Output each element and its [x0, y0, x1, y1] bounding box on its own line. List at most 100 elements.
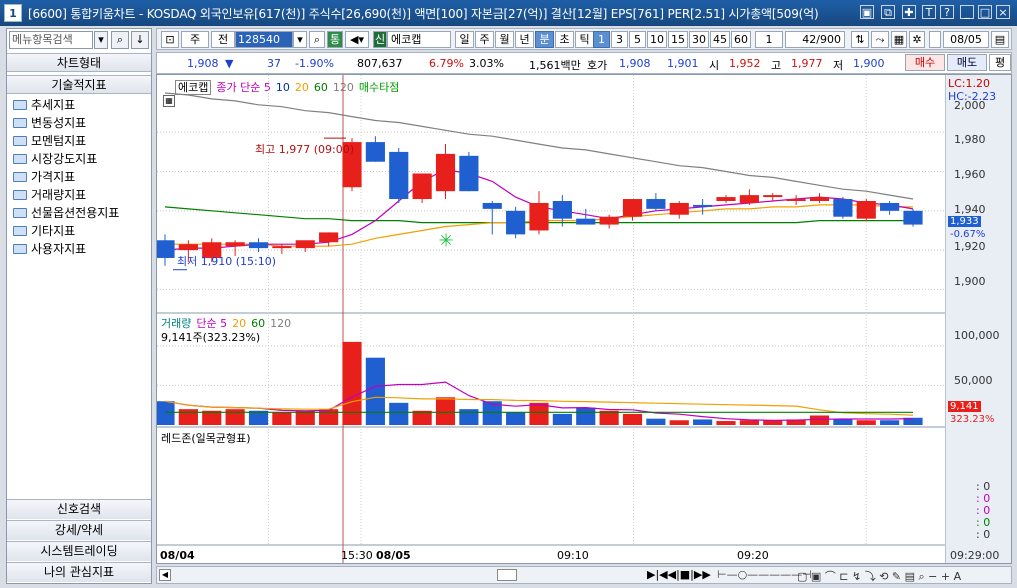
low-annotation: 최저 1,910 (15:10) — [177, 255, 277, 268]
stock-code-input[interactable]: 128540 — [235, 31, 293, 48]
folder-icon — [13, 208, 27, 218]
interval-button[interactable]: 5 — [629, 31, 646, 48]
low-price: 1,900 — [853, 57, 885, 70]
signal-search-tab[interactable]: 신호검색 — [7, 499, 151, 519]
period-button[interactable]: 년 — [515, 31, 534, 48]
search-icon[interactable]: ⌕ — [111, 31, 129, 49]
volume-bar — [576, 407, 596, 425]
font-icon[interactable]: T — [922, 5, 936, 19]
candle-body — [763, 195, 783, 198]
period-button[interactable]: 초 — [555, 31, 574, 48]
tree-item[interactable]: 거래량지표 — [13, 186, 86, 204]
interval-button[interactable]: 30 — [689, 31, 709, 48]
maximize-icon[interactable]: □ — [978, 5, 992, 19]
search-icon[interactable]: ⌕ — [309, 31, 325, 48]
folder-icon — [13, 100, 27, 110]
strength-tab[interactable]: 강세/약세 — [7, 520, 151, 540]
download-icon[interactable]: ↓ — [131, 31, 149, 49]
folder-icon — [13, 172, 27, 182]
scroll-left-icon[interactable]: ◀ — [159, 569, 171, 581]
current-price: 1,908 — [187, 57, 219, 70]
close-icon[interactable]: × — [996, 5, 1010, 19]
x-label: 09:20 — [737, 549, 769, 562]
chart-scrollbar[interactable]: ◀ ▶|◀◀|■|▶▶ ⊢—○—————⊣ ▢ ▣ ⌒ ⊏ ↯ ⤵ ⟲ ✎ ▤ … — [156, 566, 1012, 584]
hoga-label: 호가 — [587, 59, 608, 72]
jeon-button[interactable]: 전 — [211, 31, 235, 48]
tree-item[interactable]: 시장강도지표 — [13, 150, 97, 168]
period-button[interactable]: 틱 — [575, 31, 594, 48]
candle-body — [693, 204, 713, 207]
scroll-thumb[interactable] — [497, 569, 517, 581]
bar-count-field[interactable]: 42/900 — [785, 31, 845, 48]
settings-icon[interactable]: ⊡ — [161, 31, 179, 48]
volume-bar — [506, 412, 526, 425]
sound-icon[interactable]: ◀▾ — [345, 31, 369, 48]
minimize-icon[interactable]: _ — [960, 5, 974, 19]
volume-bar — [716, 421, 736, 425]
window-number-badge[interactable]: 1 — [4, 4, 22, 22]
tree-item[interactable]: 선물옵션전용지표 — [13, 204, 119, 222]
lc-label: LC:1.20 — [948, 77, 991, 90]
volume-legend-entry[interactable]: 120 — [270, 317, 291, 330]
help-icon[interactable]: ? — [940, 5, 954, 19]
buy-button[interactable]: 매수 — [905, 54, 945, 71]
interval-select[interactable]: 1 — [755, 31, 783, 48]
search-dropdown-icon[interactable]: ▾ — [94, 31, 108, 49]
interval-button[interactable]: 15 — [668, 31, 688, 48]
chart-type-header[interactable]: 차트형태 — [7, 53, 151, 72]
interval-button[interactable]: 45 — [710, 31, 730, 48]
volume-bar — [856, 420, 876, 425]
volume-bar — [178, 409, 198, 425]
date-input[interactable]: 08/05 — [943, 31, 989, 48]
volume-tick: 50,000 — [954, 374, 993, 387]
save-icon[interactable]: ▦ — [891, 31, 907, 48]
sell-button[interactable]: 매도 — [947, 54, 987, 71]
period-button[interactable]: 분 — [535, 31, 554, 48]
tree-item[interactable]: 변동성지표 — [13, 114, 86, 132]
calendar-icon[interactable]: ▤ — [991, 31, 1009, 48]
chart-area[interactable]: 에코캡종가 단순 5102060120매수타점 ▦ ✳ 최고 1,977 (09… — [156, 74, 1012, 564]
current-price-tag: 1,933 — [948, 216, 981, 227]
period-button[interactable]: 월 — [495, 31, 514, 48]
candle-body — [552, 201, 572, 219]
sort-icon[interactable]: ⇅ — [851, 31, 869, 48]
tree-item[interactable]: 사용자지표 — [13, 240, 86, 258]
tree-item[interactable]: 가격지표 — [13, 168, 75, 186]
bid-price: 1,908 — [619, 57, 651, 70]
candle-body — [482, 202, 502, 209]
link-icon[interactable]: ▣ — [860, 5, 874, 19]
date-checkbox[interactable] — [929, 31, 941, 48]
copy-icon[interactable]: ⧉ — [881, 5, 895, 19]
flat-button[interactable]: 평 — [989, 54, 1011, 71]
period-type-select[interactable]: 주 — [181, 31, 209, 48]
indicator-panel-title: 레드존(일목균형표) — [161, 432, 251, 445]
candle-body — [856, 201, 876, 219]
drawing-tools-icon[interactable]: ▢ ▣ ⌒ ⊏ ↯ ⤵ ⟲ ✎ ▤ ⌕ − + A — [797, 568, 961, 584]
tong-button[interactable]: 통 — [327, 31, 343, 48]
volume-bar — [435, 397, 456, 425]
interval-button[interactable]: 1 — [593, 31, 610, 48]
gear-icon[interactable]: ✲ — [909, 31, 925, 48]
playback-controls[interactable]: ▶|◀◀|■|▶▶ — [647, 568, 711, 581]
stock-name-field[interactable]: 에코캡 — [387, 31, 451, 48]
technical-indicator-header[interactable]: 기술적지표 — [7, 75, 151, 94]
candle-body — [739, 195, 759, 203]
code-dropdown-icon[interactable]: ▾ — [293, 31, 307, 48]
price-tick: 1,960 — [954, 168, 986, 181]
interval-button[interactable]: 60 — [731, 31, 751, 48]
interval-button[interactable]: 3 — [611, 31, 628, 48]
period-button[interactable]: 일 — [455, 31, 474, 48]
compare-icon[interactable]: ⤳ — [871, 31, 889, 48]
tree-item[interactable]: 추세지표 — [13, 96, 75, 114]
my-indicators-tab[interactable]: 나의 관심지표 — [7, 562, 151, 582]
tree-item-label: 거래량지표 — [31, 188, 87, 202]
pin-icon[interactable]: ✚ — [902, 5, 916, 19]
tree-item[interactable]: 모멘텀지표 — [13, 132, 86, 150]
menu-search-input[interactable]: 메뉴항목검색 — [9, 31, 93, 49]
period-button[interactable]: 주 — [475, 31, 494, 48]
tree-item[interactable]: 기타지표 — [13, 222, 75, 240]
system-trading-tab[interactable]: 시스템트레이딩 — [7, 541, 151, 561]
volume-pct-tag: 323.23% — [950, 414, 995, 425]
volume-bar — [833, 419, 853, 425]
interval-button[interactable]: 10 — [647, 31, 667, 48]
